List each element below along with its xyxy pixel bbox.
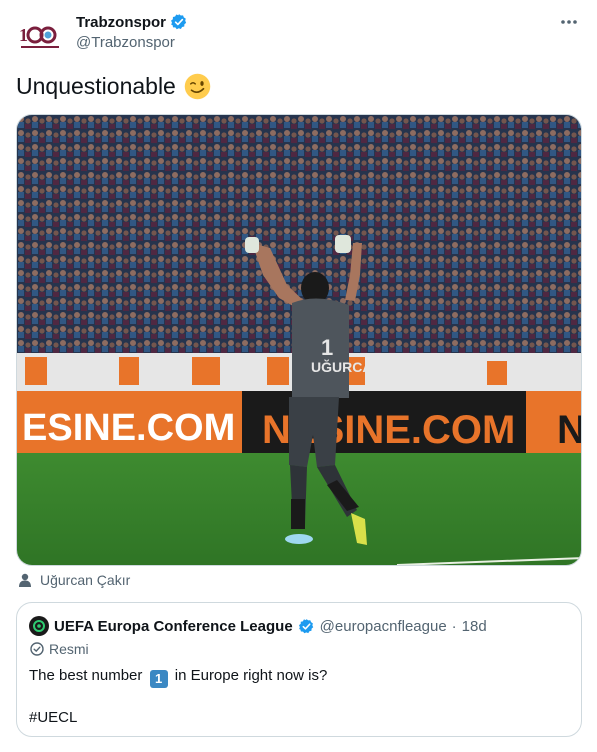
- quoted-tweet[interactable]: UEFA Europa Conference League @europacnf…: [16, 602, 582, 737]
- author-handle[interactable]: @Trabzonspor: [76, 34, 188, 51]
- quoted-timestamp[interactable]: 18d: [462, 618, 487, 635]
- quoted-tweet-header: UEFA Europa Conference League @europacnf…: [29, 616, 487, 636]
- goalkeeper-celebration-photo: ESINE.COM NESINE.COM N UĞURCAN 1: [17, 115, 582, 565]
- jersey-number-text: 1: [321, 335, 333, 360]
- tweet-text-content: Unquestionable: [16, 73, 176, 99]
- quoted-text-line: The best number 1 in Europe right now is…: [29, 666, 327, 688]
- banner-right-text: N: [557, 408, 582, 452]
- display-name-text: Trabzonspor: [76, 13, 167, 31]
- more-icon: [561, 20, 577, 24]
- hashtag-link[interactable]: #UECL: [29, 708, 327, 728]
- author-names: Trabzonspor @Trabzonspor: [76, 13, 188, 51]
- official-check-icon: [30, 642, 44, 656]
- jersey-name-text: UĞURCAN: [311, 358, 383, 375]
- keycap-one-icon: 1: [149, 670, 168, 688]
- verified-badge-icon: [171, 14, 187, 30]
- official-label: Resmi: [30, 641, 89, 657]
- winking-face-icon: [184, 73, 211, 100]
- quoted-author-handle[interactable]: @europacnfleague: [320, 618, 447, 635]
- quoted-author-name[interactable]: UEFA Europa Conference League: [54, 618, 293, 635]
- uecl-avatar[interactable]: [29, 616, 49, 636]
- meta-separator: ·: [451, 617, 457, 635]
- more-options-button[interactable]: [557, 12, 581, 32]
- verified-badge-icon: [298, 618, 313, 633]
- quoted-tweet-body: The best number 1 in Europe right now is…: [29, 666, 327, 728]
- quoted-text-after: in Europe right now is?: [174, 667, 328, 684]
- uecl-logo-icon: [33, 620, 45, 632]
- quoted-text-before: The best number: [29, 667, 143, 684]
- person-icon: [19, 573, 31, 587]
- tweet-header: 1 Trabzonspor @Trabzonspor: [16, 10, 581, 62]
- tweet-text: Unquestionable: [16, 73, 211, 100]
- trabzonspor-avatar[interactable]: 1: [16, 14, 64, 62]
- tweet-photo[interactable]: ESINE.COM NESINE.COM N UĞURCAN 1: [16, 114, 582, 566]
- tagged-user-name: Uğurcan Çakır: [40, 572, 131, 588]
- author-display-name[interactable]: Trabzonspor: [76, 13, 188, 31]
- banner-left-text: ESINE.COM: [22, 407, 235, 449]
- official-label-text: Resmi: [49, 641, 89, 657]
- trabzonspor-100-logo: 1: [19, 25, 59, 48]
- tagged-user[interactable]: Uğurcan Çakır: [18, 572, 130, 588]
